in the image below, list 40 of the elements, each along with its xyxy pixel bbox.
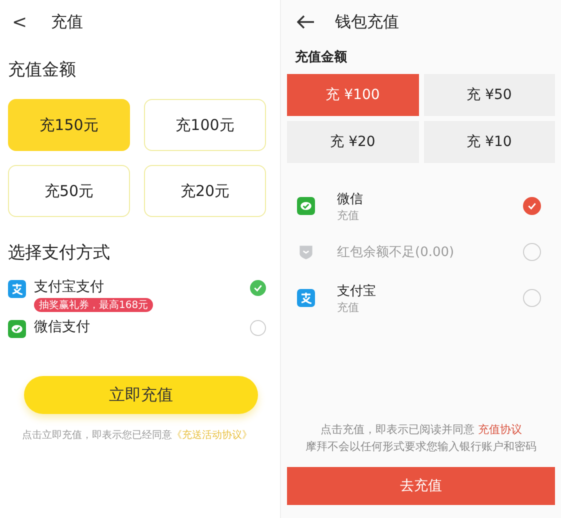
page-title: 钱包充值 [335, 12, 399, 32]
back-button[interactable]: < [8, 12, 32, 32]
amount-option[interactable]: 充 ¥10 [424, 121, 555, 163]
amount-option[interactable]: 充 ¥100 [287, 74, 418, 116]
payment-note: 充值 [337, 208, 360, 222]
radio-button[interactable] [523, 197, 541, 215]
radio-button[interactable] [523, 289, 541, 307]
security-note: 摩拜不会以任何形式要求您输入银行账户和密码 [304, 439, 538, 455]
payment-name: 微信 [337, 190, 364, 208]
chat-icon [297, 197, 315, 215]
radio-button[interactable] [250, 320, 266, 336]
section-title: 充值金额 [295, 48, 348, 66]
payment-name: 支付宝支付 [34, 278, 104, 296]
agreement-text: 点击立即充值，即表示您已经同意 [22, 430, 172, 441]
radio-button[interactable] [250, 280, 266, 296]
payment-note: 充值 [337, 300, 360, 314]
checkmark-icon [527, 201, 537, 211]
chat-icon [8, 320, 26, 338]
amount-option[interactable]: 充 ¥50 [424, 74, 555, 116]
amount-option[interactable]: 充 ¥20 [287, 121, 418, 163]
back-arrow-icon[interactable] [297, 15, 315, 29]
payment-name: 微信支付 [34, 318, 90, 336]
payment-name: 红包余额不足(0.00) [337, 244, 456, 261]
agreement-link[interactable]: 充值协议 [478, 423, 522, 436]
amount-option[interactable]: 充150元 [8, 99, 130, 151]
shield-icon [297, 243, 315, 261]
amount-option[interactable]: 充50元 [8, 165, 130, 217]
alipay-icon [8, 280, 26, 298]
promo-badge: 抽奖赢礼券，最高168元 [34, 298, 154, 312]
payment-name: 支付宝 [337, 282, 377, 300]
recharge-button[interactable]: 去充值 [287, 467, 555, 505]
amount-option[interactable]: 充20元 [144, 165, 266, 217]
recharge-button[interactable]: 立即充值 [24, 376, 258, 414]
amount-option[interactable]: 充100元 [144, 99, 266, 151]
section-title: 充值金额 [8, 59, 77, 81]
alipay-icon [297, 289, 315, 307]
agreement-text: 点击充值，即表示已阅读并同意 [320, 423, 474, 436]
section-title: 选择支付方式 [8, 242, 111, 264]
page-title: 充值 [51, 12, 84, 32]
checkmark-icon [253, 283, 263, 293]
